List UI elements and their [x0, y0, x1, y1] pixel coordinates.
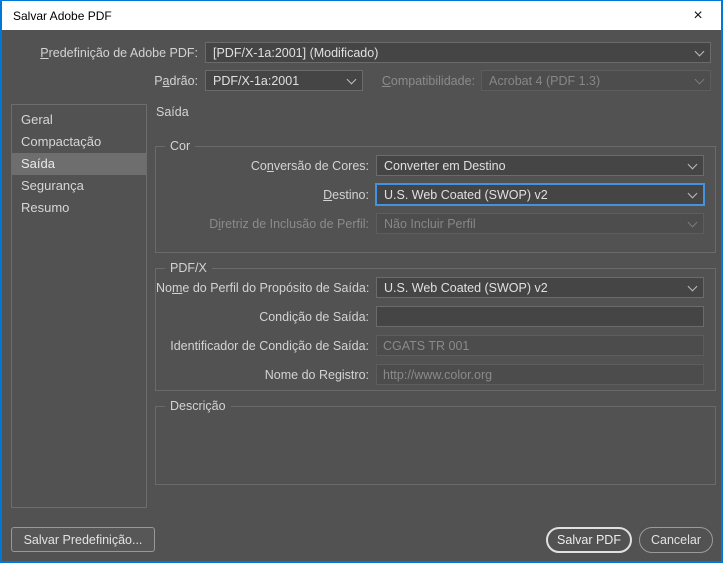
- output-condition-input[interactable]: [376, 306, 704, 327]
- preset-label: Predefinição de Adobe PDF:: [2, 46, 198, 60]
- save-adobe-pdf-dialog: Salvar Adobe PDF × Predefinição de Adobe…: [0, 0, 723, 563]
- output-condition-id-input: [376, 335, 704, 356]
- chevron-down-icon: [695, 74, 705, 84]
- close-icon[interactable]: ×: [675, 1, 721, 30]
- color-conversion-value: Converter em Destino: [384, 159, 506, 173]
- save-preset-button[interactable]: Salvar Predefinição...: [11, 527, 155, 552]
- standard-row: Padrão: PDF/X-1a:2001 Compatibilidade: A…: [2, 70, 711, 91]
- profile-inclusion-dropdown: Não Incluir Perfil: [376, 213, 704, 234]
- profile-inclusion-value: Não Incluir Perfil: [384, 217, 476, 231]
- preset-dropdown[interactable]: [PDF/X-1a:2001] (Modificado): [205, 42, 711, 63]
- compatibility-label: Compatibilidade:: [371, 74, 475, 88]
- preset-value: [PDF/X-1a:2001] (Modificado): [213, 46, 378, 60]
- standard-dropdown[interactable]: PDF/X-1a:2001: [205, 70, 363, 91]
- chevron-down-icon: [688, 188, 698, 198]
- output-intent-profile-value: U.S. Web Coated (SWOP) v2: [384, 281, 548, 295]
- color-conversion-row: Conversão de Cores: Converter em Destino: [156, 155, 704, 176]
- chevron-down-icon: [688, 159, 698, 169]
- chevron-down-icon: [688, 217, 698, 227]
- settings-section-list: Geral Compactação Saída Segurança Resumo: [11, 104, 147, 508]
- output-condition-id-row: Identificador de Condição de Saída:: [156, 335, 704, 356]
- sidebar-item-seguranca[interactable]: Segurança: [12, 175, 146, 197]
- standard-label: Padrão:: [2, 74, 198, 88]
- sidebar-item-resumo[interactable]: Resumo: [12, 197, 146, 219]
- registry-name-label: Nome do Registro:: [156, 368, 369, 382]
- standard-value: PDF/X-1a:2001: [213, 74, 299, 88]
- chevron-down-icon: [695, 46, 705, 56]
- cancel-button[interactable]: Cancelar: [639, 527, 713, 553]
- chevron-down-icon: [347, 74, 357, 84]
- chevron-down-icon: [688, 281, 698, 291]
- save-pdf-button[interactable]: Salvar PDF: [546, 527, 632, 553]
- description-group: Descrição: [155, 399, 716, 485]
- profile-inclusion-label: Diretriz de Inclusão de Perfil:: [156, 217, 369, 231]
- registry-name-input: [376, 364, 704, 385]
- output-intent-profile-row: Nome do Perfil do Propósito de Saída: U.…: [156, 277, 704, 298]
- output-intent-profile-dropdown[interactable]: U.S. Web Coated (SWOP) v2: [376, 277, 704, 298]
- color-group: Cor Conversão de Cores: Converter em Des…: [155, 139, 716, 253]
- destination-row: Destino: U.S. Web Coated (SWOP) v2: [156, 184, 704, 205]
- window-title: Salvar Adobe PDF: [13, 9, 112, 23]
- destination-value: U.S. Web Coated (SWOP) v2: [384, 188, 548, 202]
- color-group-legend: Cor: [165, 139, 195, 153]
- destination-dropdown[interactable]: U.S. Web Coated (SWOP) v2: [376, 184, 704, 205]
- description-group-legend: Descrição: [165, 399, 231, 413]
- sidebar-item-compactacao[interactable]: Compactação: [12, 131, 146, 153]
- destination-label: Destino:: [156, 188, 369, 202]
- output-intent-profile-label: Nome do Perfil do Propósito de Saída:: [156, 281, 369, 295]
- output-condition-id-label: Identificador de Condição de Saída:: [156, 339, 369, 353]
- output-condition-label: Condição de Saída:: [156, 310, 369, 324]
- compatibility-dropdown: Acrobat 4 (PDF 1.3): [481, 70, 711, 91]
- color-conversion-dropdown[interactable]: Converter em Destino: [376, 155, 704, 176]
- sidebar-item-saida[interactable]: Saída: [12, 153, 146, 175]
- sidebar-item-geral[interactable]: Geral: [12, 109, 146, 131]
- color-conversion-label: Conversão de Cores:: [156, 159, 369, 173]
- title-bar: Salvar Adobe PDF ×: [2, 1, 721, 30]
- output-condition-row: Condição de Saída:: [156, 306, 704, 327]
- compatibility-value: Acrobat 4 (PDF 1.3): [489, 74, 600, 88]
- preset-row: Predefinição de Adobe PDF: [PDF/X-1a:200…: [2, 42, 711, 63]
- pdfx-group: PDF/X Nome do Perfil do Propósito de Saí…: [155, 261, 716, 391]
- profile-inclusion-row: Diretriz de Inclusão de Perfil: Não Incl…: [156, 213, 704, 234]
- page-title: Saída: [156, 105, 189, 119]
- registry-name-row: Nome do Registro:: [156, 364, 704, 385]
- pdfx-group-legend: PDF/X: [165, 261, 212, 275]
